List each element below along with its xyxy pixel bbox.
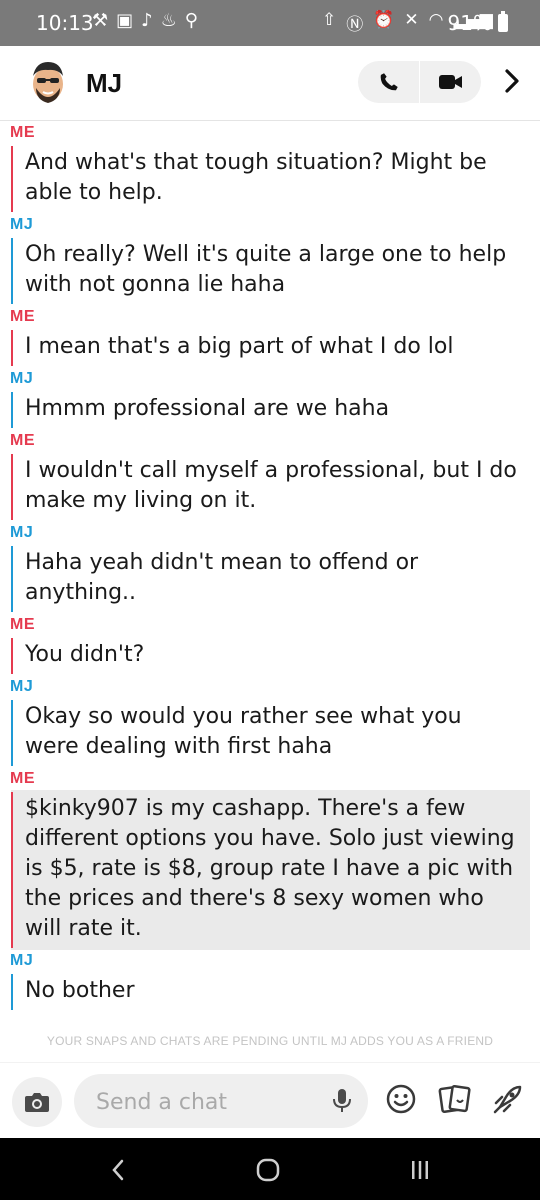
status-bar: 10:13 ⚒ ▣ ♪ ♨ ⚲ ⇧ Ⓝ ⏰ ✕ ◠ ▂▄▆ 91% (0, 0, 540, 46)
rocket-icon (493, 1085, 522, 1114)
alarm-icon: ⏰ (373, 10, 395, 30)
camera-icon (25, 1093, 49, 1112)
chat-message[interactable]: Haha yeah didn't mean to offend or anyth… (11, 544, 530, 614)
message-group: ME And what's that tough situation? Migh… (0, 122, 540, 214)
stickers-button[interactable] (437, 1081, 473, 1117)
status-time: 10:13 (36, 11, 94, 35)
chat-message[interactable]: No bother (11, 972, 530, 1012)
message-group: MJ Hmmm professional are we haha (0, 368, 540, 430)
tiktok-icon: ♪ (141, 10, 153, 31)
message-group: ME $kinky907 is my cashapp. There's a fe… (0, 768, 540, 950)
recents-button[interactable] (400, 1152, 440, 1188)
sender-label: ME (10, 124, 35, 141)
chat-message[interactable]: I wouldn't call myself a professional, b… (11, 452, 530, 522)
wifi-icon: ◠ (428, 10, 444, 30)
system-nav-bar (0, 1138, 540, 1200)
contact-name[interactable]: MJ (86, 68, 122, 99)
home-circle-icon (256, 1158, 280, 1182)
message-group: MJ Oh really? Well it's quite a large on… (0, 214, 540, 306)
microphone-button[interactable] (330, 1088, 354, 1114)
message-group: ME You didn't? (0, 614, 540, 676)
message-group: ME I mean that's a big part of what I do… (0, 306, 540, 368)
video-camera-icon (438, 75, 462, 89)
message-group: MJ No bother (0, 950, 540, 1012)
battery-level: 91% (447, 11, 492, 35)
phone-icon (380, 73, 398, 91)
sender-label: ME (10, 770, 35, 787)
bitmoji-games-button[interactable] (490, 1081, 526, 1117)
call-controls (358, 61, 481, 103)
video-call-button[interactable] (420, 61, 481, 103)
battery-icon (498, 11, 508, 32)
chat-message[interactable]: And what's that tough situation? Might b… (11, 144, 530, 214)
camera-button[interactable] (12, 1077, 62, 1127)
sender-label: MJ (10, 952, 34, 969)
upload-icon: ⇧ (322, 10, 337, 30)
avatar[interactable] (24, 56, 72, 108)
chat-field[interactable] (74, 1074, 368, 1130)
smiley-icon (386, 1084, 416, 1114)
sender-label: MJ (10, 370, 34, 387)
chat-message-saved[interactable]: $kinky907 is my cashapp. There's a few d… (11, 790, 530, 950)
nfc-icon: Ⓝ (346, 15, 364, 35)
chat-message[interactable]: Okay so would you rather see what you we… (11, 698, 530, 768)
microphone-icon (333, 1089, 351, 1112)
back-button[interactable] (98, 1152, 138, 1188)
chat-input-bar (0, 1062, 540, 1139)
sender-label: ME (10, 432, 35, 449)
chat-thread[interactable]: ME And what's that tough situation? Migh… (0, 122, 540, 1012)
chat-input[interactable] (94, 1074, 318, 1130)
emoji-button[interactable] (383, 1081, 419, 1117)
message-group: ME I wouldn't call myself a professional… (0, 430, 540, 522)
sender-label: ME (10, 308, 35, 325)
message-group: MJ Haha yeah didn't mean to offend or an… (0, 522, 540, 614)
chat-message[interactable]: Oh really? Well it's quite a large one t… (11, 236, 530, 306)
voice-call-button[interactable] (358, 61, 419, 103)
chat-header: MJ (0, 46, 540, 121)
sender-label: MJ (10, 678, 34, 695)
sender-label: MJ (10, 216, 34, 233)
fire-icon: ♨ (160, 10, 177, 31)
tools-icon: ⚒ (92, 10, 109, 31)
sender-label: ME (10, 616, 35, 633)
battery-indicator: 91% (448, 11, 508, 35)
sender-label: MJ (10, 524, 34, 541)
notification-icons: ⚒ ▣ ♪ ♨ ⚲ (92, 10, 198, 31)
chat-message[interactable]: You didn't? (11, 636, 530, 676)
chat-message[interactable]: I mean that's a big part of what I do lo… (11, 328, 530, 368)
news-icon: ▣ (116, 10, 134, 31)
pin-icon: ⚲ (184, 10, 198, 31)
message-group: MJ Okay so would you rather see what you… (0, 676, 540, 768)
sticker-cards-icon (438, 1085, 471, 1113)
back-chevron-icon (112, 1159, 124, 1181)
chat-message[interactable]: Hmmm professional are we haha (11, 390, 530, 430)
chevron-right-icon[interactable] (497, 66, 527, 96)
recents-icon (412, 1161, 428, 1179)
pending-notice: YOUR SNAPS AND CHATS ARE PENDING UNTIL M… (46, 1034, 494, 1048)
home-button[interactable] (248, 1152, 288, 1188)
mute-icon: ✕ (404, 10, 419, 30)
